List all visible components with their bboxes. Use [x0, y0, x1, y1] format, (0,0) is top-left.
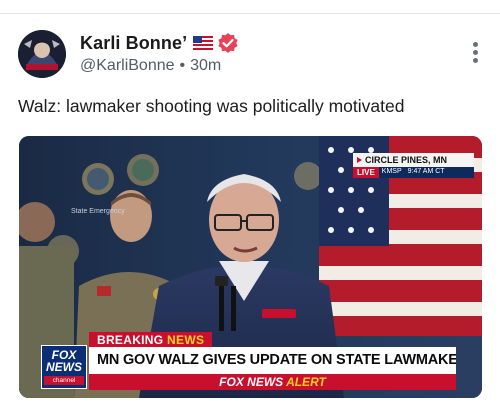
news-word: NEWS [167, 333, 205, 347]
verified-badge-icon [217, 32, 239, 54]
timestamp[interactable]: 30m [190, 57, 221, 75]
location-box: CIRCLE PINES, MN LIVE KMSP 9:47 AM CT [353, 153, 474, 178]
avatar-image [18, 30, 66, 78]
logo-line-2: NEWS [46, 360, 82, 374]
avatar[interactable] [18, 30, 66, 78]
meta-row: @KarliBonne • 30m [80, 57, 221, 75]
backdrop-text: State Emergency [71, 208, 125, 215]
alert-word: ALERT [286, 375, 326, 389]
handle[interactable]: @KarliBonne [80, 57, 175, 75]
breaking-news-bar: BREAKING NEWS [89, 332, 213, 348]
alert-brand: FOX NEWS [219, 375, 284, 389]
headline-chyron: MN GOV WALZ GIVES UPDATE ON STATE LAWMAK… [89, 347, 456, 374]
broadcast-time: 9:47 AM CT [407, 168, 445, 175]
live-line: LIVE KMSP 9:47 AM CT [353, 167, 474, 178]
top-divider [0, 13, 500, 14]
fox-news-logo: FOX NEWS channel [41, 345, 87, 389]
more-vertical-icon[interactable] [470, 42, 480, 66]
display-name[interactable]: Karli Bonne’ [80, 33, 187, 54]
location-line: CIRCLE PINES, MN [353, 153, 474, 167]
meta-separator: • [179, 57, 186, 74]
post-text: Walz: lawmaker shooting was politically … [18, 96, 405, 116]
location-text: CIRCLE PINES, MN [365, 155, 448, 165]
media-video[interactable]: State Emergency CIRCLE PINES, MN LIVE KM… [19, 136, 482, 398]
post-header: Karli Bonne’ @KarliBonne • 30m [18, 30, 488, 82]
logo-line-3: channel [44, 376, 84, 385]
station-label: KMSP [381, 168, 402, 175]
name-row: Karli Bonne’ [80, 32, 239, 54]
us-flag-icon [193, 36, 214, 50]
live-label: LIVE [353, 167, 379, 178]
alert-bar: FOX NEWS ALERT [89, 374, 456, 390]
play-arrow-icon [357, 157, 362, 163]
breaking-word: BREAKING [97, 333, 164, 347]
